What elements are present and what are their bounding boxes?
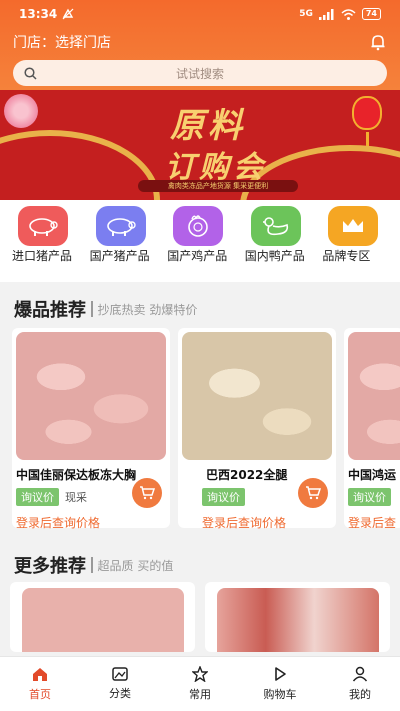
store-selector[interactable]: 门店：选择门店	[13, 32, 111, 52]
tab-cart[interactable]: 购物车	[240, 657, 320, 711]
status-time: 13:34	[19, 7, 58, 21]
network-label: 5G	[299, 9, 313, 19]
product-card[interactable]: 中国佳丽保达板冻大胸 询议价 现采 登录后查询价格	[12, 328, 170, 531]
home-icon	[33, 667, 47, 681]
tab-label: 我的	[349, 688, 371, 701]
category-label: 国内鸭产品	[244, 249, 305, 263]
add-to-cart-button[interactable]	[132, 478, 162, 508]
add-to-cart-button[interactable]	[298, 478, 328, 508]
spot-tag: 现采	[65, 491, 87, 504]
tab-category[interactable]: 分类	[80, 657, 160, 711]
status-bar: 13:34 5G 74	[13, 0, 387, 28]
flower-decoration	[4, 94, 38, 128]
cart-icon	[140, 486, 155, 500]
tab-mine[interactable]: 我的	[320, 657, 400, 711]
notification-muted-icon	[62, 8, 74, 20]
category-label: 进口猪产品	[12, 249, 73, 263]
user-icon	[352, 666, 368, 682]
more-section: 更多推荐 超品质 买的值	[0, 548, 400, 652]
tab-label: 购物车	[263, 688, 297, 701]
category-label: 国产鸡产品	[167, 249, 228, 263]
category-domestic-chicken[interactable]: 国产鸡产品	[167, 206, 245, 282]
price-tag: 询议价	[202, 488, 245, 506]
search-input[interactable]: 试试搜索	[13, 60, 387, 86]
tab-home[interactable]: 首页	[0, 657, 80, 711]
gold-swirl	[0, 130, 160, 200]
bell-icon[interactable]	[369, 33, 387, 51]
login-price-link[interactable]: 登录后查询价格	[182, 514, 332, 531]
signal-icon	[318, 8, 334, 20]
star-icon	[192, 666, 208, 682]
product-image	[348, 332, 400, 460]
tab-label: 首页	[29, 687, 51, 701]
divider	[91, 301, 93, 317]
promo-banner[interactable]: 原料 订购会 禽肉类冻品产地货源 集采更便利	[0, 90, 400, 200]
category-domestic-duck[interactable]: 国内鸭产品	[245, 206, 323, 282]
section-subtitle: 超品质 买的值	[97, 558, 174, 573]
login-price-link[interactable]: 登录后查询价格	[16, 514, 166, 531]
product-image	[16, 332, 166, 460]
category-icon	[112, 667, 128, 681]
category-label: 国产猪产品	[89, 249, 150, 263]
tab-label: 常用	[189, 688, 211, 701]
tab-frequent[interactable]: 常用	[160, 657, 240, 711]
section-title: 爆品推荐	[14, 300, 86, 321]
login-price-link[interactable]: 登录后查	[348, 514, 400, 528]
section-title: 更多推荐	[14, 556, 86, 577]
hot-products-section: 爆品推荐 抄底热卖 劲爆特价 中国佳丽保达板冻大胸 询议价 现采 登录后查询价格…	[0, 290, 400, 531]
cart-icon	[275, 667, 286, 681]
price-tag: 询议价	[348, 488, 391, 506]
product-card[interactable]	[205, 582, 390, 652]
chicken-icon	[173, 206, 224, 246]
category-row: 进口猪产品 国产猪产品 国产鸡产品 国内鸭产品 品牌专区	[0, 200, 400, 282]
product-card[interactable]	[10, 582, 195, 652]
category-brand-zone[interactable]: 品牌专区	[322, 206, 400, 282]
divider	[91, 557, 93, 573]
search-placeholder: 试试搜索	[175, 66, 224, 81]
category-imported-pork[interactable]: 进口猪产品	[12, 206, 90, 282]
banner-title-line1: 原料	[170, 106, 246, 146]
duck-icon	[250, 206, 301, 246]
product-image	[22, 588, 184, 652]
category-label: 品牌专区	[322, 249, 371, 263]
lantern-decoration	[352, 96, 382, 146]
header: 13:34 5G 74 门店：选择门店 试试搜索	[0, 0, 400, 90]
category-domestic-pork[interactable]: 国产猪产品	[90, 206, 168, 282]
battery-indicator: 74	[361, 8, 381, 20]
tab-label: 分类	[109, 687, 131, 700]
crown-icon	[328, 206, 379, 246]
product-name: 中国鸿运	[348, 468, 397, 482]
product-card[interactable]: 巴西2022全腿 询议价 登录后查询价格	[178, 328, 336, 531]
banner-subtitle: 禽肉类冻品产地货源 集采更便利	[138, 180, 298, 192]
wifi-icon	[341, 8, 356, 20]
pig-icon	[18, 206, 68, 246]
bottom-tab-bar: 首页 分类 常用 购物车 我的	[0, 656, 400, 711]
section-subtitle: 抄底热卖 劲爆特价	[97, 302, 198, 317]
product-image	[182, 332, 332, 460]
pig-icon	[95, 206, 146, 246]
price-tag: 询议价	[16, 488, 59, 506]
cart-icon	[306, 486, 321, 500]
product-card[interactable]: 中国鸿运 询议价 登录后查	[344, 328, 400, 528]
product-image	[217, 588, 379, 652]
